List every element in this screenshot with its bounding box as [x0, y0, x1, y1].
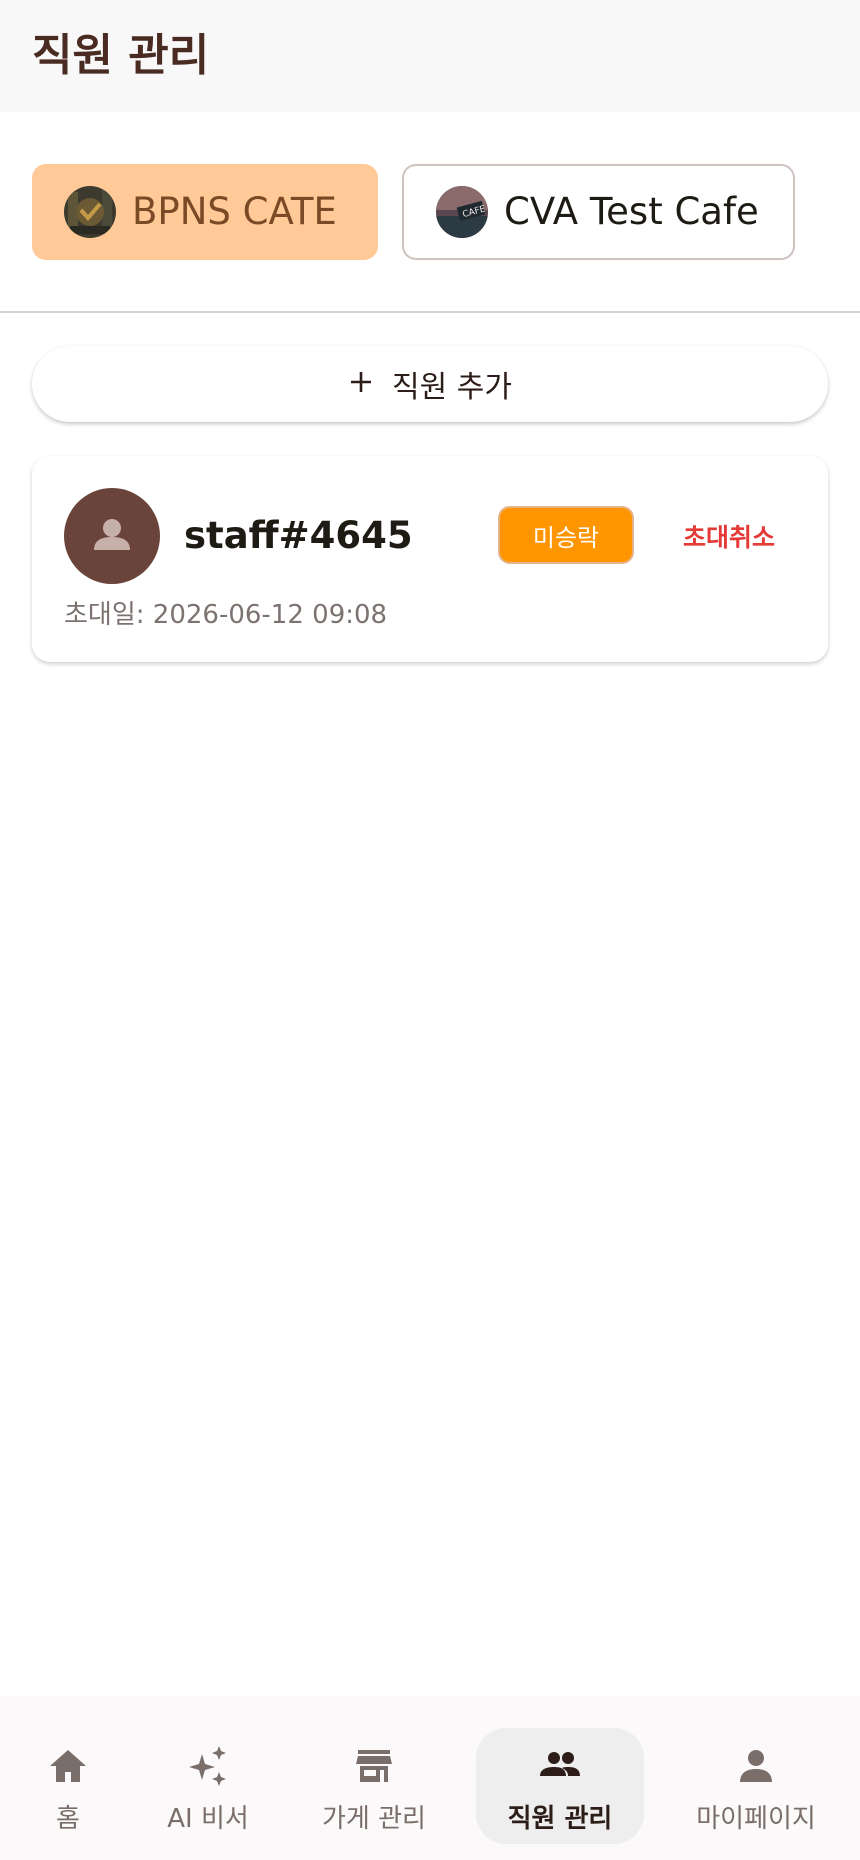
store-icon	[352, 1744, 396, 1788]
status-badge: 미승락	[498, 506, 634, 564]
person-icon	[64, 519, 160, 588]
store-chip-cva-test-cafe[interactable]: CAFE CVA Test Cafe	[402, 164, 795, 260]
home-icon	[46, 1744, 90, 1788]
sparkle-icon	[186, 1744, 230, 1788]
store-chip-bpns-cate[interactable]: BPNS CATE	[32, 164, 378, 260]
nav-label: 마이페이지	[696, 1804, 816, 1834]
cancel-invite-button[interactable]: 초대취소	[662, 514, 796, 558]
add-staff-label: 직원 추가	[392, 370, 512, 405]
nav-item-staff-management[interactable]: 직원 관리	[476, 1696, 644, 1860]
divider	[0, 311, 860, 313]
group-icon	[538, 1744, 582, 1788]
bottom-navigation: 홈 AI 비서 가게 관리 직원 관리 마이페이지	[0, 1696, 860, 1860]
nav-item-store-management[interactable]: 가게 관리	[306, 1696, 442, 1860]
nav-item-my-page[interactable]: 마이페이지	[684, 1696, 828, 1860]
nav-label: 직원 관리	[507, 1804, 613, 1834]
store-chip-label: BPNS CATE	[132, 190, 337, 233]
plus-icon	[348, 369, 374, 399]
page-title: 직원 관리	[32, 30, 210, 81]
avatar	[64, 488, 160, 584]
add-staff-button[interactable]: 직원 추가	[32, 346, 828, 422]
nav-item-home[interactable]: 홈	[24, 1696, 112, 1860]
store-avatar: CAFE	[436, 186, 488, 238]
nav-label: 가게 관리	[322, 1804, 426, 1834]
app-bar: 직원 관리	[0, 0, 860, 112]
invite-date: 초대일: 2026-06-12 09:08	[64, 600, 388, 630]
nav-item-ai-assistant[interactable]: AI 비서	[150, 1696, 266, 1860]
staff-card: staff#4645 미승락 초대취소 초대일: 2026-06-12 09:0…	[32, 456, 828, 662]
staff-management-screen: 직원 관리 BPNS CATE CAFE CVA Test Cafe 직원 추가…	[0, 0, 860, 1860]
nav-label: 홈	[56, 1804, 80, 1834]
store-chip-label: CVA Test Cafe	[504, 190, 759, 233]
nav-label: AI 비서	[167, 1804, 249, 1834]
store-avatar	[64, 186, 116, 238]
staff-name: staff#4645	[184, 514, 413, 557]
person-icon	[734, 1744, 778, 1788]
